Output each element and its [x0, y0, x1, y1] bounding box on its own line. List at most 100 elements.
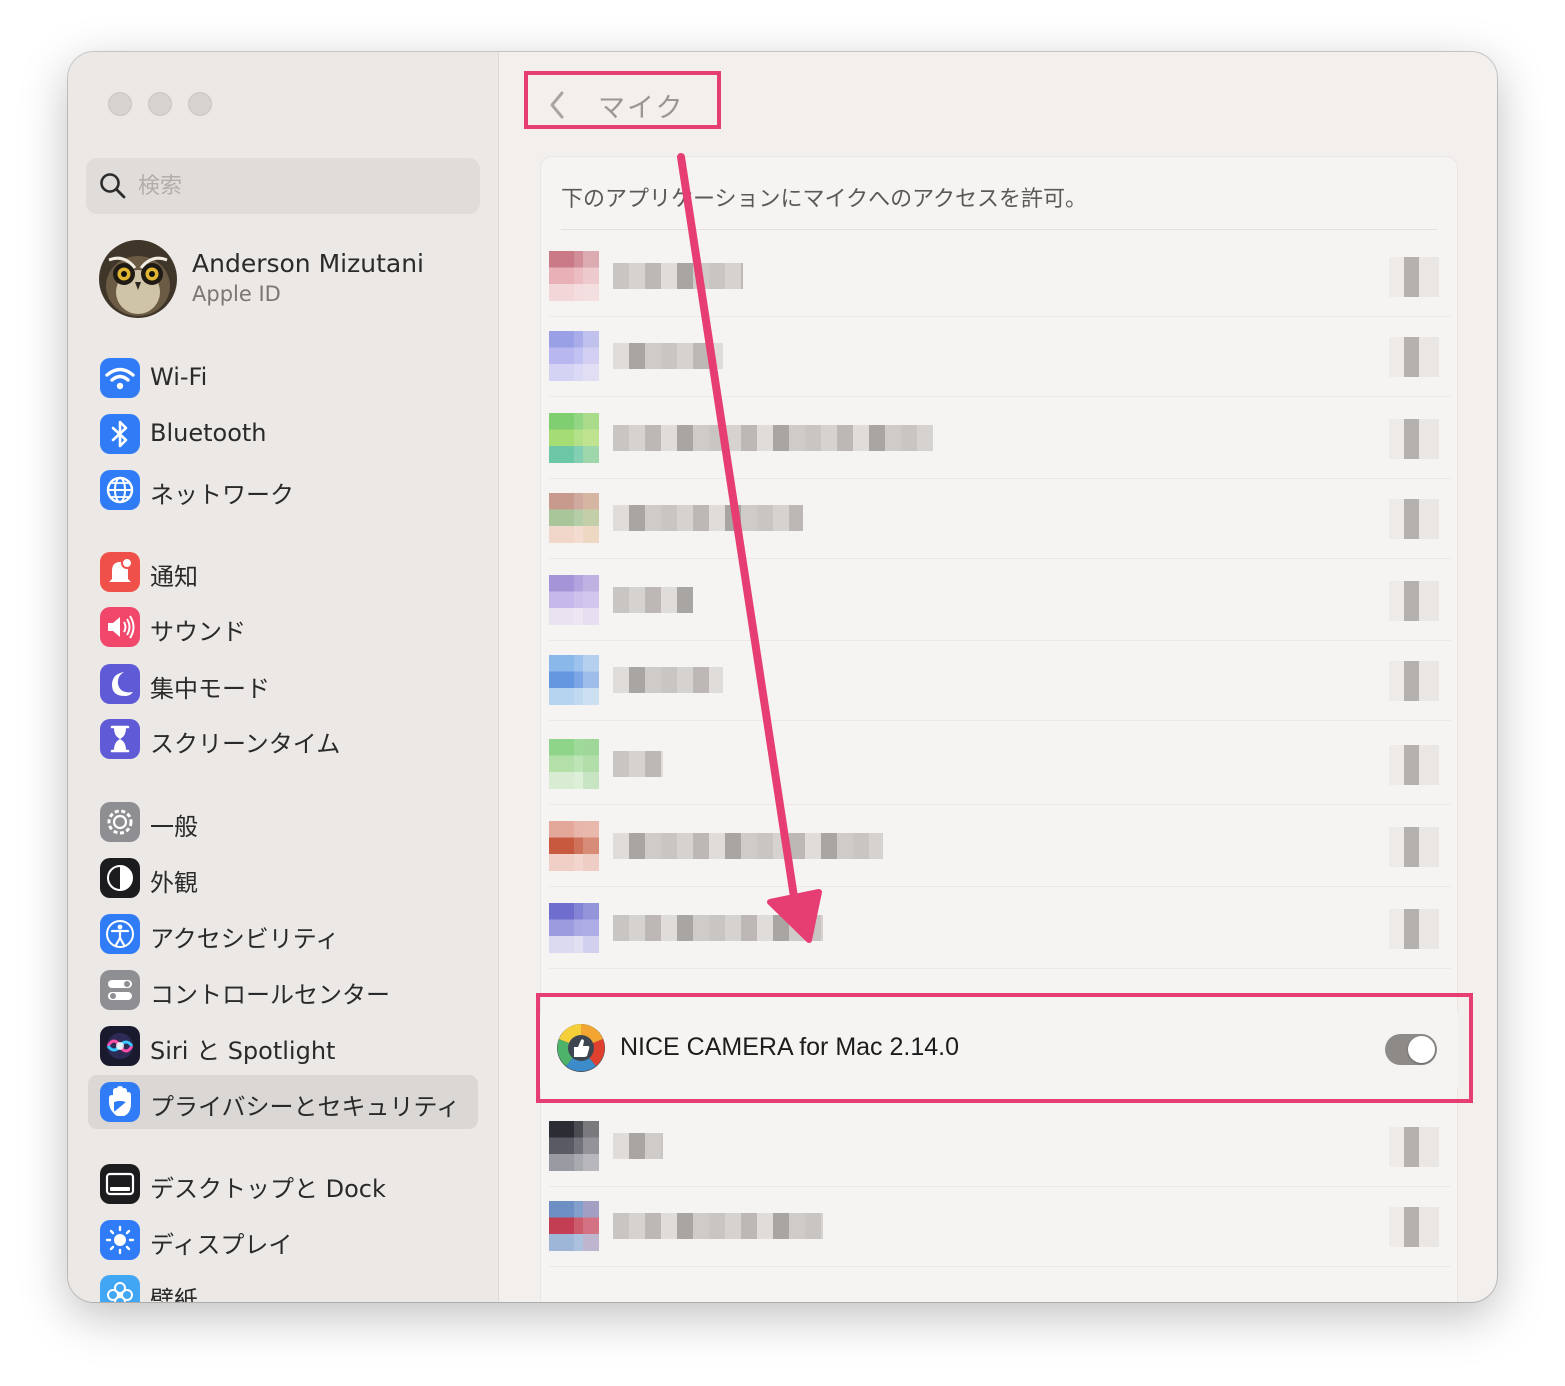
pixelated-app-icon — [549, 493, 599, 543]
app-row-obscured — [541, 317, 1457, 397]
close-window-button[interactable] — [108, 92, 132, 116]
pixelated-app-name — [613, 505, 803, 531]
sidebar-item-general[interactable]: 一般 — [88, 795, 478, 849]
main-content: マイク 下のアプリケーションにマイクへのアクセスを許可。 NICE CAMERA… — [500, 52, 1497, 1302]
avatar[interactable] — [99, 240, 177, 318]
dock-icon — [100, 1164, 140, 1204]
account-name[interactable]: Anderson Mizutani — [192, 249, 424, 278]
sidebar-item-label: デスクトップと Dock — [150, 1175, 386, 1203]
pixelated-toggle — [1389, 499, 1439, 539]
app-row-obscured — [541, 479, 1457, 559]
app-row-obscured — [541, 725, 1457, 805]
accessibility-icon — [100, 914, 140, 954]
pixelated-toggle — [1389, 337, 1439, 377]
pixelated-app-name — [613, 1133, 663, 1159]
sidebar-item-notifications[interactable]: 通知 — [88, 545, 478, 599]
sidebar-item-label: プライバシーとセキュリティ — [150, 1093, 461, 1121]
pixelated-toggle — [1389, 1207, 1439, 1247]
app-row-obscured — [541, 889, 1457, 969]
divider — [549, 558, 1451, 559]
pixelated-toggle — [1389, 1127, 1439, 1167]
pixelated-app-name — [613, 263, 743, 289]
pixelated-app-name — [613, 1213, 823, 1239]
pixelated-toggle — [1389, 257, 1439, 297]
pixelated-toggle — [1389, 745, 1439, 785]
pixelated-app-icon — [549, 903, 599, 953]
app-row-obscured — [541, 641, 1457, 721]
divider — [549, 968, 1451, 969]
search-icon — [100, 173, 126, 199]
pixelated-app-name — [613, 915, 823, 941]
sidebar-item-label: アクセシビリティ — [150, 925, 340, 953]
sidebar-item-label: 一般 — [150, 813, 198, 841]
sidebar-item-accessibility[interactable]: アクセシビリティ — [88, 907, 478, 961]
pixelated-toggle — [1389, 419, 1439, 459]
sidebar-item-wallpaper[interactable]: 壁紙 — [88, 1268, 478, 1302]
app-row-obscured — [541, 1187, 1457, 1267]
sidebar-item-label: Wi-Fi — [150, 363, 208, 391]
sidebar-item-label: コントロールセンター — [150, 981, 390, 1009]
sidebar-item-privacy-security[interactable]: プライバシーとセキュリティ — [88, 1075, 478, 1129]
divider — [561, 229, 1437, 230]
pixelated-app-icon — [549, 575, 599, 625]
moon-icon — [100, 664, 140, 704]
app-row-obscured — [541, 399, 1457, 479]
pixelated-app-icon — [549, 331, 599, 381]
search-input[interactable] — [138, 168, 458, 204]
sidebar-item-label: サウンド — [150, 618, 246, 646]
pixelated-toggle — [1389, 581, 1439, 621]
app-row-obscured — [541, 1107, 1457, 1187]
sidebar-item-bluetooth[interactable]: Bluetooth — [88, 407, 478, 461]
pixelated-app-icon — [549, 739, 599, 789]
sidebar-item-label: スクリーンタイム — [150, 730, 341, 758]
divider — [549, 396, 1451, 397]
divider — [549, 1266, 1451, 1267]
sidebar-item-displays[interactable]: ディスプレイ — [88, 1213, 478, 1267]
pixelated-app-icon — [549, 1121, 599, 1171]
pixelated-app-name — [613, 587, 693, 613]
annotation-highlight-box-app — [536, 993, 1473, 1103]
account-subtitle: Apple ID — [192, 282, 281, 306]
sidebar-item-appearance[interactable]: 外観 — [88, 851, 478, 905]
sidebar-item-control-center[interactable]: コントロールセンター — [88, 963, 478, 1017]
search-field[interactable] — [86, 158, 480, 214]
pixelated-app-name — [613, 343, 723, 369]
sidebar-item-label: 集中モード — [150, 675, 270, 703]
panel-description: 下のアプリケーションにマイクへのアクセスを許可。 — [561, 187, 1088, 212]
sidebar-item-desktop-dock[interactable]: デスクトップと Dock — [88, 1157, 478, 1211]
pixelated-app-name — [613, 751, 663, 777]
sidebar-item-screen-time[interactable]: スクリーンタイム — [88, 712, 478, 766]
pixelated-app-icon — [549, 821, 599, 871]
sidebar-item-sound[interactable]: サウンド — [88, 600, 478, 654]
bluetooth-icon — [100, 414, 140, 454]
sidebar-item-label: Bluetooth — [150, 419, 267, 447]
minimize-window-button[interactable] — [148, 92, 172, 116]
annotation-highlight-box — [524, 71, 721, 129]
sidebar-item-label: 壁紙 — [150, 1286, 198, 1302]
wifi-icon — [100, 358, 140, 398]
pixelated-toggle — [1389, 827, 1439, 867]
sidebar-item-label: Siri と Spotlight — [150, 1037, 336, 1065]
sidebar-item-label: 外観 — [150, 869, 198, 897]
pixelated-app-icon — [549, 413, 599, 463]
sidebar-item-siri-spotlight[interactable]: Siri と Spotlight — [88, 1019, 478, 1073]
pixelated-toggle — [1389, 661, 1439, 701]
control-center-icon — [100, 970, 140, 1010]
pixelated-app-name — [613, 667, 723, 693]
hourglass-icon — [100, 719, 140, 759]
bell-icon — [100, 552, 140, 592]
pixelated-app-name — [613, 425, 933, 451]
sidebar-item-network[interactable]: ネットワーク — [88, 463, 478, 517]
sidebar-item-focus[interactable]: 集中モード — [88, 657, 478, 711]
siri-icon — [100, 1026, 140, 1066]
zoom-window-button[interactable] — [188, 92, 212, 116]
speaker-icon — [100, 607, 140, 647]
divider — [549, 720, 1451, 721]
app-row-obscured — [541, 561, 1457, 641]
app-row-obscured — [541, 807, 1457, 887]
sidebar-item-wifi[interactable]: Wi-Fi — [88, 351, 478, 405]
gear-icon — [100, 802, 140, 842]
appearance-icon — [100, 858, 140, 898]
globe-icon — [100, 470, 140, 510]
app-row-obscured — [541, 237, 1457, 317]
